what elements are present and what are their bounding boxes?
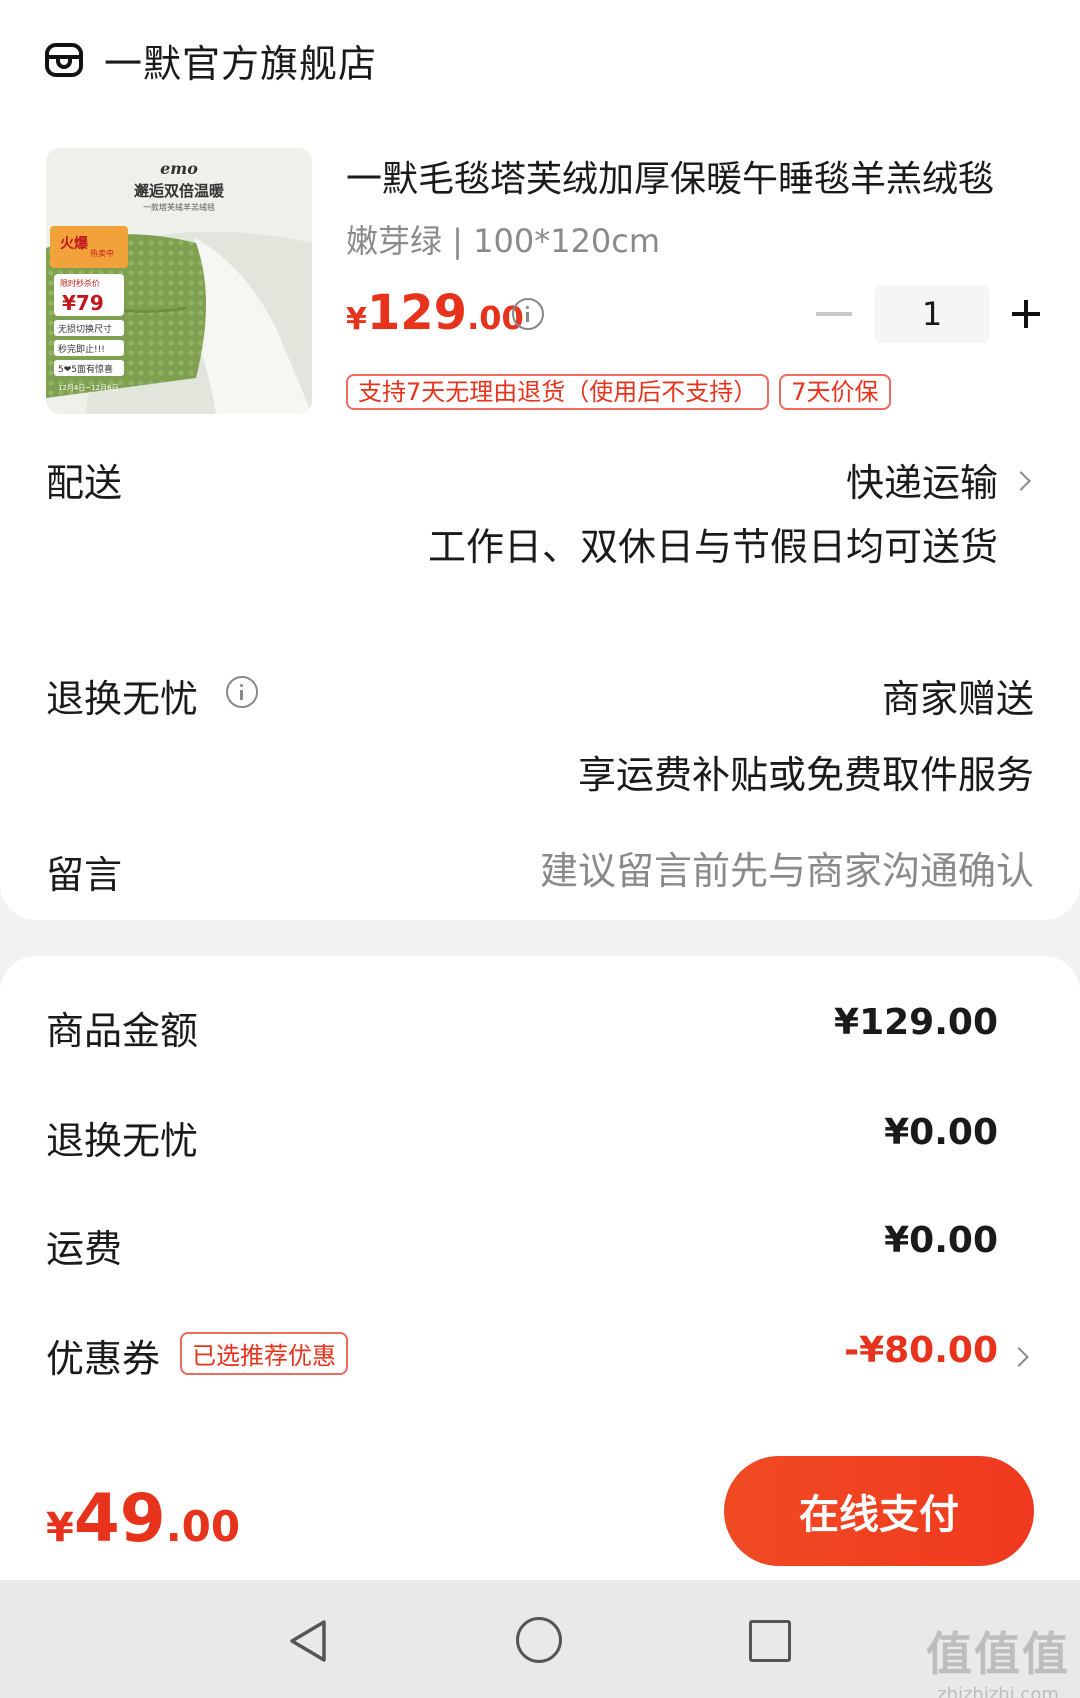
store-icon (45, 43, 83, 77)
image-brand: emo (160, 159, 198, 178)
delivery-label: 配送 (46, 461, 123, 505)
total-currency: ¥ (46, 1505, 74, 1551)
plus-icon[interactable] (1012, 300, 1040, 328)
total-integer: 49 (73, 1480, 166, 1557)
message-input[interactable]: 建议留言前先与商家沟通确认 (540, 840, 1034, 895)
returns-note: 享运费补贴或免费取件服务 (577, 753, 1034, 797)
quantity-stepper: 1 (816, 284, 1040, 344)
goods-amount-value: ¥129.00 (834, 1002, 998, 1043)
returns-label: 退换无忧 (46, 677, 199, 721)
image-point1: 无损切换尺寸 (58, 323, 112, 335)
return-policy-tag: 支持7天无理由退货（使用后不支持） (346, 374, 770, 410)
price-protect-tag: 7天价保 (779, 374, 891, 410)
price-info-icon[interactable] (512, 298, 544, 330)
returns-info-icon[interactable] (226, 676, 258, 708)
image-price-label: 限时秒杀价 (60, 278, 100, 288)
home-icon[interactable] (516, 1617, 562, 1663)
image-price: ¥79 (62, 291, 104, 315)
image-badge: 火爆 (60, 235, 89, 252)
goods-amount-label: 商品金额 (46, 1009, 199, 1053)
returns-fee-value: ¥0.00 (884, 1112, 998, 1153)
total-decimal: .00 (165, 1502, 241, 1551)
image-point2: 秒完即止!!! (58, 343, 105, 355)
message-label: 留言 (46, 853, 123, 897)
minus-icon[interactable] (816, 312, 852, 316)
watermark: 值值值 zhizhizhi.com (926, 1618, 1070, 1698)
coupon-label: 优惠券 (46, 1337, 161, 1381)
price-currency: ¥ (346, 302, 367, 337)
pay-online-button[interactable]: 在线支付 (724, 1456, 1034, 1566)
watermark-main: 值值值 (926, 1627, 1070, 1681)
delivery-note: 工作日、双休日与节假日均可送货 (427, 525, 998, 569)
product-title[interactable]: 一默毛毯塔芙绒加厚保暖午睡毯羊羔绒毯 (346, 150, 1026, 202)
service-tags: 支持7天无理由退货（使用后不支持） 7天价保 (346, 374, 891, 410)
back-icon[interactable] (286, 1618, 330, 1664)
returns-value: 商家赠送 (881, 677, 1034, 721)
coupon-value[interactable]: -¥80.00 (844, 1330, 998, 1371)
image-headline: 邂逅双倍温暖 (134, 182, 225, 200)
shipping-value: ¥0.00 (884, 1220, 998, 1261)
coupon-tag: 已选推荐优惠 (180, 1332, 348, 1375)
image-subline: 一款塔芙绒羊羔绒毯 (143, 202, 215, 212)
delivery-method[interactable]: 快递运输 (846, 452, 998, 507)
shipping-label: 运费 (46, 1227, 123, 1271)
returns-fee-label: 退换无忧 (46, 1119, 199, 1163)
store-header[interactable]: 一默官方旗舰店 (44, 30, 377, 90)
image-badge-sub: 热卖中 (90, 248, 114, 258)
product-image[interactable]: emo 邂逅双倍温暖 一款塔芙绒羊羔绒毯 火爆 热卖中 限时秒杀价 ¥79 无损… (46, 148, 312, 414)
watermark-sub: zhizhizhi.com (937, 1684, 1059, 1698)
price-integer: 129 (366, 285, 468, 341)
image-point3: 5❤5面有惊喜 (58, 363, 113, 375)
product-spec[interactable]: 嫩芽绿 | 100*120cm (346, 216, 660, 262)
product-price: ¥ 129 .00 (346, 285, 524, 341)
store-name: 一默官方旗舰店 (104, 41, 378, 86)
quantity-value[interactable]: 1 (874, 285, 990, 343)
total-price: ¥ 49 .00 (46, 1480, 240, 1557)
image-dates: 12月4日~12月6日 (58, 384, 119, 392)
recent-apps-icon[interactable] (749, 1620, 791, 1662)
